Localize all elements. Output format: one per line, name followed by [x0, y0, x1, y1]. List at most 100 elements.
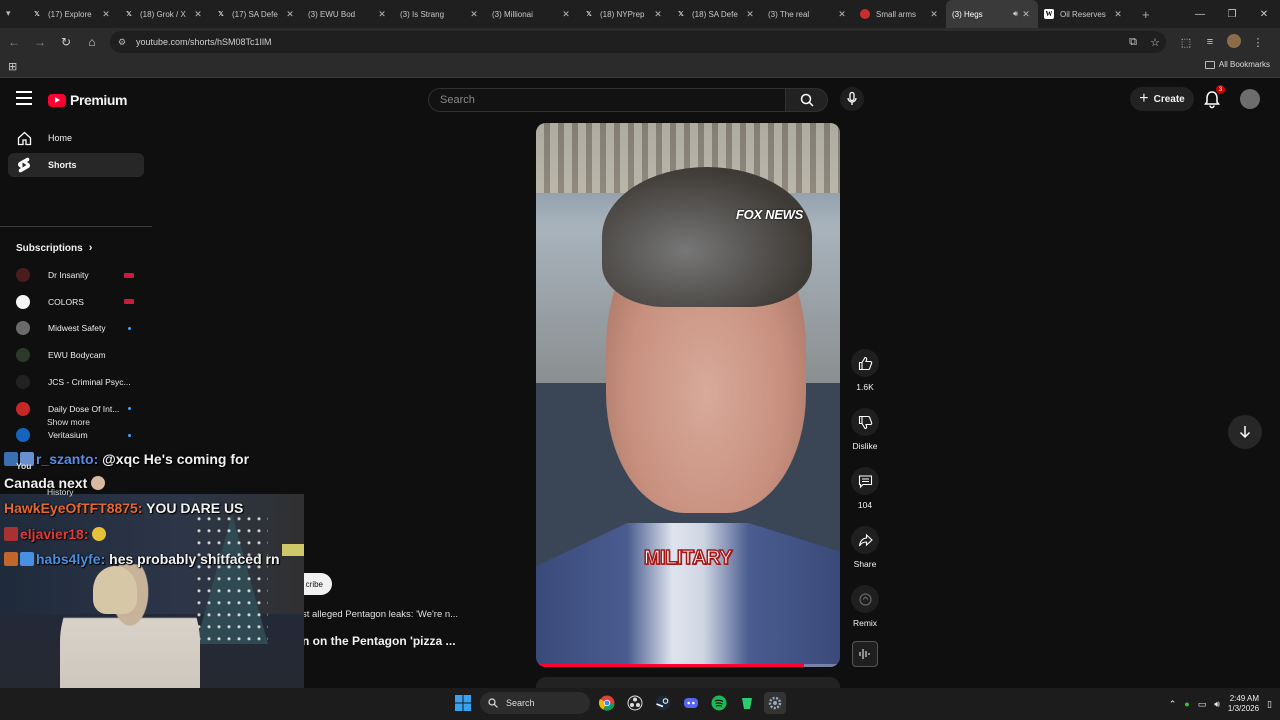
subscription-item[interactable]: EWU Bodycam — [16, 346, 146, 364]
browser-tab[interactable]: 𝕏 (17) Explore ✕ — [26, 0, 118, 28]
live-indicator-icon — [124, 299, 134, 305]
browser-tab[interactable]: 𝕏 (18) Grok / X ✕ — [118, 0, 210, 28]
subscription-item[interactable]: Dr Insanity — [16, 266, 146, 284]
you-section-heading[interactable]: You — [16, 461, 31, 471]
dislike-button[interactable]: Dislike — [850, 408, 880, 451]
close-window-icon[interactable]: ✕ — [1248, 0, 1280, 28]
tab-close-icon[interactable]: ✕ — [468, 9, 480, 20]
back-icon[interactable]: ← — [2, 30, 26, 54]
microphone-icon — [847, 92, 857, 105]
reload-icon[interactable]: ↻ — [54, 30, 78, 54]
tab-close-icon[interactable]: ✕ — [928, 9, 940, 20]
user-avatar[interactable] — [1240, 89, 1260, 109]
tab-close-icon[interactable]: ✕ — [192, 9, 204, 20]
tab-close-icon[interactable]: ✕ — [376, 9, 388, 20]
tab-close-icon[interactable]: ✕ — [560, 9, 572, 20]
browser-tab[interactable]: W Oil Reserves ✕ — [1038, 0, 1130, 28]
site-info-icon[interactable]: ⚙ — [118, 37, 128, 47]
youtube-logo[interactable]: Premium — [48, 92, 128, 108]
network-icon[interactable]: ▭ — [1198, 699, 1207, 710]
browser-tab[interactable]: 𝕏 (18) NYPrep ✕ — [578, 0, 670, 28]
search-button[interactable] — [786, 88, 828, 112]
minimize-icon[interactable]: — — [1184, 0, 1216, 28]
video-progress-bar[interactable] — [536, 664, 840, 667]
tab-label: (18) Grok / X — [140, 9, 186, 19]
windows-start-icon[interactable] — [452, 692, 474, 714]
profile-avatar[interactable] — [1222, 33, 1246, 51]
discord-icon[interactable] — [680, 692, 702, 714]
restore-icon[interactable]: ❐ — [1216, 0, 1248, 28]
all-bookmarks-button[interactable]: All Bookmarks — [1204, 60, 1270, 69]
url-text[interactable]: youtube.com/shorts/hSM08Tc1IlM — [136, 37, 1122, 47]
new-tab-button[interactable]: + — [1142, 7, 1150, 22]
tab-close-icon[interactable]: ✕ — [1020, 9, 1032, 20]
microphone-icon[interactable]: ● — [1184, 699, 1189, 709]
sidebar-item-home[interactable]: Home — [8, 126, 144, 150]
extensions-icon[interactable]: ⬚ — [1174, 36, 1198, 49]
window-controls: — ❐ ✕ — [1184, 0, 1280, 28]
browser-tab[interactable]: (3) Is Strang ✕ — [394, 0, 486, 28]
home-icon[interactable]: ⌂ — [80, 30, 104, 54]
omnibox[interactable]: ⚙ youtube.com/shorts/hSM08Tc1IlM ⧉ ☆ — [110, 31, 1166, 53]
taskbar-search-label: Search — [506, 698, 535, 708]
browser-tab[interactable]: (3) EWU Bod ✕ — [302, 0, 394, 28]
search-input[interactable]: Search — [428, 88, 786, 112]
install-app-icon[interactable]: ⧉ — [1122, 36, 1144, 49]
settings-icon[interactable] — [764, 692, 786, 714]
taskbar-search[interactable]: Search — [480, 692, 590, 714]
subscription-item[interactable]: COLORS — [16, 293, 146, 311]
volume-icon[interactable]: 🔊︎ — [1214, 699, 1220, 710]
spotify-icon[interactable] — [708, 692, 730, 714]
subscription-item[interactable]: Daily Dose Of Int... — [16, 400, 146, 418]
tab-close-icon[interactable]: ✕ — [744, 9, 756, 20]
video-title-1[interactable]: st alleged Pentagon leaks: 'We're n... — [302, 609, 458, 620]
plus-icon: + — [1139, 90, 1149, 107]
comment-icon — [851, 467, 879, 495]
like-button[interactable]: 1.6K — [850, 349, 880, 392]
browser-tab[interactable]: Small arms ✕ — [854, 0, 946, 28]
obs-icon[interactable] — [624, 692, 646, 714]
menu-icon[interactable] — [16, 91, 32, 105]
show-more-button[interactable]: Show more — [47, 417, 90, 427]
tab-close-icon[interactable]: ✕ — [836, 9, 848, 20]
browser-tab[interactable]: 𝕏 (17) SA Defe ✕ — [210, 0, 302, 28]
bookmark-star-icon[interactable]: ☆ — [1144, 36, 1166, 49]
tab-search-icon[interactable]: ▾ — [6, 8, 18, 20]
forward-icon[interactable]: → — [28, 30, 52, 54]
share-button[interactable]: Share — [850, 526, 880, 569]
notifications-center-icon[interactable]: ▯ — [1267, 699, 1272, 710]
sound-button[interactable] — [852, 641, 878, 667]
media-controls-icon[interactable]: ≡ — [1198, 36, 1222, 48]
channel-avatar — [16, 348, 30, 363]
comments-button[interactable]: 104 — [850, 467, 880, 510]
video-title-2[interactable]: n on the Pentagon 'pizza ... — [302, 634, 456, 648]
tab-close-icon[interactable]: ✕ — [652, 9, 664, 20]
browser-menu-icon[interactable]: ⋮ — [1246, 36, 1270, 49]
tab-audio-icon[interactable]: 🔊︎ — [1013, 9, 1018, 19]
tab-close-icon[interactable]: ✕ — [100, 9, 112, 20]
tab-close-icon[interactable]: ✕ — [284, 9, 296, 20]
notifications-button[interactable]: 3 — [1202, 85, 1225, 109]
browser-tab[interactable]: (3) Hegs 🔊︎ ✕ — [946, 0, 1038, 28]
create-button[interactable]: + Create — [1130, 87, 1194, 111]
remix-button[interactable]: Remix — [850, 585, 880, 628]
shorts-video-player[interactable]: FOX NEWS MILITARY — [536, 123, 840, 667]
steam-icon[interactable] — [652, 692, 674, 714]
subscription-item[interactable]: JCS - Criminal Psyc... — [16, 373, 146, 391]
clock[interactable]: 2:49 AM 1/3/2026 — [1228, 694, 1259, 714]
sidebar-item-shorts[interactable]: Shorts — [8, 153, 144, 177]
tray-overflow-icon[interactable]: ⌃ — [1169, 699, 1177, 710]
app-icon[interactable] — [736, 692, 758, 714]
voice-search-button[interactable] — [840, 87, 864, 111]
next-short-button[interactable] — [1228, 415, 1262, 449]
sidebar-item-history[interactable]: History — [47, 487, 73, 497]
subscription-item[interactable]: Veritasium — [16, 426, 146, 444]
chrome-icon[interactable] — [596, 692, 618, 714]
apps-grid-icon[interactable]: ⊞ — [8, 60, 17, 73]
tab-close-icon[interactable]: ✕ — [1112, 9, 1124, 20]
browser-tab[interactable]: (3) The real ✕ — [762, 0, 854, 28]
subscription-item[interactable]: Midwest Safety — [16, 319, 146, 337]
browser-tab[interactable]: 𝕏 (18) SA Defe ✕ — [670, 0, 762, 28]
browser-tab[interactable]: (3) Millionai ✕ — [486, 0, 578, 28]
subscriptions-heading[interactable]: Subscriptions › — [16, 242, 92, 254]
